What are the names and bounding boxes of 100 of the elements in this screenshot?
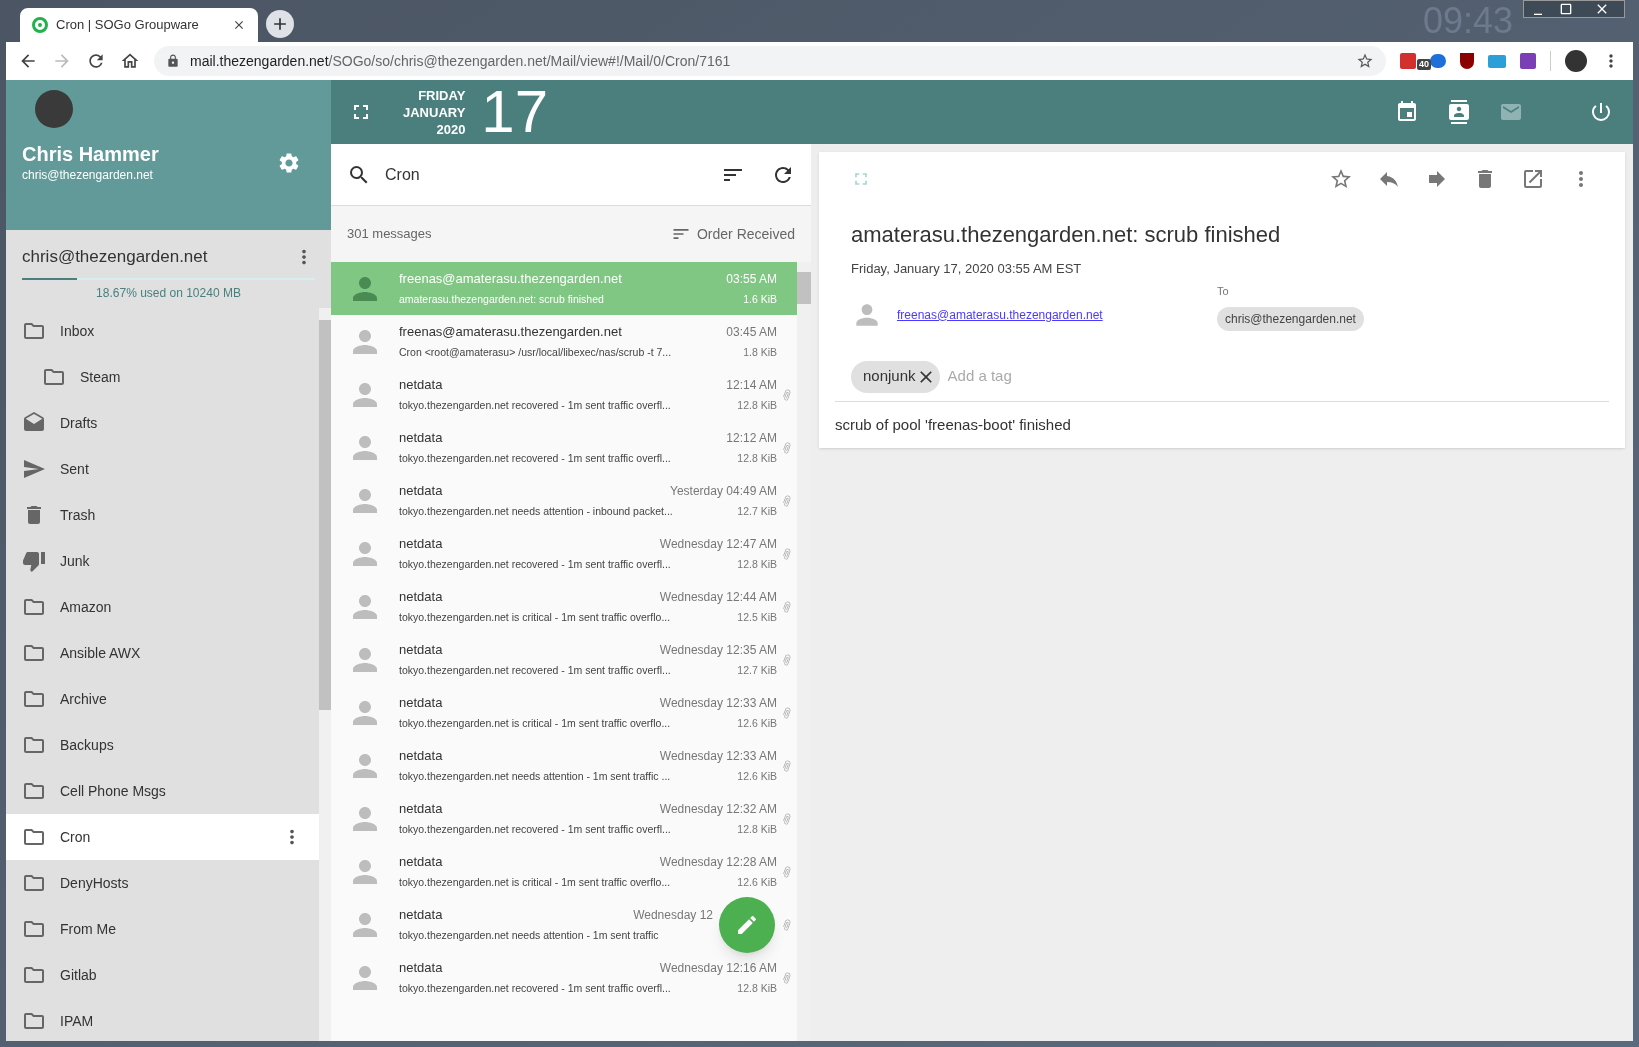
- message-subject: tokyo.thezengarden.net needs attention - 1m sent traffic: [399, 927, 660, 943]
- folder-item[interactable]: Backups: [6, 722, 319, 768]
- calendar-icon[interactable]: [1395, 100, 1419, 124]
- tag-label: nonjunk: [863, 366, 916, 387]
- folder-item[interactable]: Cron: [6, 814, 319, 860]
- close-icon[interactable]: [232, 18, 246, 32]
- message-row[interactable]: netdata Wednesday 12:33 AM tokyo.thezengarden.net is critical - 1m sent traffic overflo... 12.6 KiB: [331, 686, 797, 739]
- folder-item[interactable]: DenyHosts: [6, 860, 319, 906]
- message-size: 12.8 KiB: [737, 556, 777, 572]
- extension-badge: 40: [1417, 59, 1431, 70]
- folder-item[interactable]: IPAM: [6, 998, 319, 1044]
- message-row[interactable]: netdata Wednesday 12:44 AM tokyo.thezengarden.net is critical - 1m sent traffic overflo... 12.5 KiB: [331, 580, 797, 633]
- message-row[interactable]: netdata Yesterday 04:49 AM tokyo.thezengarden.net needs attention - inbound packet... 12.7 KiB: [331, 474, 797, 527]
- home-icon[interactable]: [120, 51, 140, 71]
- message-row[interactable]: netdata Wednesday 12 tokyo.thezengarden.net needs attention - 1m sent traffic: [331, 898, 797, 951]
- power-icon[interactable]: [1589, 100, 1613, 124]
- message-size: 12.7 KiB: [737, 503, 777, 519]
- scrollbar[interactable]: [797, 262, 811, 1041]
- message-time: Wednesday 12:28 AM: [659, 854, 777, 872]
- folder-item[interactable]: Steam: [6, 354, 319, 400]
- search-input[interactable]: Cron: [385, 162, 721, 187]
- message-size: 12.6 KiB: [737, 768, 777, 784]
- profile-avatar[interactable]: [1565, 50, 1587, 72]
- message-row[interactable]: netdata 12:12 AM tokyo.thezengarden.net recovered - 1m sent traffic overfl... 12.8 KiB: [331, 421, 797, 474]
- folder-item[interactable]: Junk: [6, 538, 319, 584]
- contacts-icon[interactable]: [1447, 100, 1471, 124]
- folder-item[interactable]: Gitlab: [6, 952, 319, 998]
- message-size: 1.8 KiB: [743, 344, 777, 360]
- folder-item[interactable]: Archive: [6, 676, 319, 722]
- message-size: 12.7 KiB: [737, 662, 777, 678]
- message-row[interactable]: netdata Wednesday 12:32 AM tokyo.thezengarden.net recovered - 1m sent traffic overfl... 12.8 KiB: [331, 792, 797, 845]
- sort-order[interactable]: Order Received: [696, 223, 795, 245]
- quota-label: 18.67% used on 10240 MB: [95, 285, 242, 302]
- folder-name: From Me: [60, 919, 117, 939]
- message-size: 12.8 KiB: [737, 397, 777, 413]
- shield-icon[interactable]: [1460, 53, 1474, 69]
- message-sender: netdata: [399, 641, 444, 660]
- folder-item[interactable]: Inbox: [6, 308, 319, 354]
- message-subject: amaterasu.thezengarden.net: scrub finished: [399, 291, 605, 307]
- message-time: 03:45 AM: [726, 324, 777, 342]
- recipient-chip[interactable]: chris@thezengarden.net: [1217, 307, 1364, 331]
- compose-button[interactable]: [719, 897, 775, 953]
- folder-name: Sent: [60, 459, 90, 479]
- sender-link[interactable]: freenas@amaterasu.thezengarden.net: [897, 305, 1103, 324]
- folder-name: Inbox: [60, 321, 96, 341]
- settings-icon[interactable]: [277, 151, 301, 175]
- folder-item[interactable]: Drafts: [6, 400, 319, 446]
- message-row[interactable]: netdata Wednesday 12:35 AM tokyo.thezengarden.net recovered - 1m sent traffic overfl... 12.7 KiB: [331, 633, 797, 686]
- new-tab-button[interactable]: [266, 10, 294, 38]
- message-subject: tokyo.thezengarden.net recovered - 1m sent traffic overfl...: [399, 662, 672, 678]
- folder-item[interactable]: Trash: [6, 492, 319, 538]
- message-size: 12.8 KiB: [737, 450, 777, 466]
- send-icon: [22, 457, 46, 481]
- message-sender: netdata: [399, 747, 444, 766]
- search-field[interactable]: Cron: [331, 144, 811, 206]
- folder-name: Archive: [60, 689, 108, 709]
- folder-name: Amazon: [60, 597, 113, 617]
- address-bar[interactable]: mail.thezengarden.net/SOGo/so/chris@thezengarden.net/Mail/view#!/Mail/0/Cron/7161: [154, 46, 1386, 76]
- user-email: chris@thezengarden.net: [22, 167, 154, 184]
- message-sender: netdata: [399, 694, 444, 713]
- folder-item[interactable]: Sent: [6, 446, 319, 492]
- message-time: Wednesday 12:44 AM: [659, 589, 777, 607]
- folder-name: Cell Phone Msgs: [60, 781, 167, 801]
- bookmark-star-icon[interactable]: [1356, 52, 1374, 70]
- folder-name: DenyHosts: [60, 873, 130, 893]
- tag-input[interactable]: Add a tag: [947, 365, 1147, 388]
- folder-item[interactable]: Amazon: [6, 584, 319, 630]
- message-time: 03:55 AM: [726, 271, 777, 289]
- message-row[interactable]: netdata 12:14 AM tokyo.thezengarden.net recovered - 1m sent traffic overfl... 12.8 KiB: [331, 368, 797, 421]
- message-row[interactable]: netdata Wednesday 12:33 AM tokyo.thezengarden.net needs attention - 1m sent traffic ... 12.6 KiB: [331, 739, 797, 792]
- message-subject: tokyo.thezengarden.net needs attention - inbound packet...: [399, 503, 674, 519]
- folder-name: Steam: [80, 367, 122, 387]
- browser-tab[interactable]: Cron | SOGo Groupware: [20, 8, 258, 42]
- chat-bubble-icon[interactable]: [1430, 54, 1446, 68]
- message-time: Wednesday 12:33 AM: [659, 748, 777, 766]
- message-subject: tokyo.thezengarden.net is critical - 1m sent traffic overflo...: [399, 715, 672, 731]
- folder-name: Cron: [60, 827, 92, 847]
- scrollbar[interactable]: [319, 308, 331, 1041]
- folder-item[interactable]: From Me: [6, 906, 319, 952]
- message-time: Wednesday 12: [633, 907, 713, 925]
- message-row[interactable]: netdata Wednesday 12:47 AM tokyo.thezengarden.net recovered - 1m sent traffic overfl... 12.8 KiB: [331, 527, 797, 580]
- message-row[interactable]: freenas@amaterasu.thezengarden.net 03:45 AM Cron <root@amaterasu> /usr/local/libexec/nas/scrub -t 7... 1.8 KiB: [331, 315, 797, 368]
- message-count: 301 messages: [347, 225, 433, 244]
- message-sender: netdata: [399, 376, 444, 395]
- star-icon[interactable]: [1329, 167, 1353, 191]
- message-row[interactable]: netdata Wednesday 12:28 AM tokyo.thezengarden.net is critical - 1m sent traffic overflo... 12.6 KiB: [331, 845, 797, 898]
- message-body: scrub of pool 'freenas-boot' finished: [835, 414, 1072, 435]
- message-sender: netdata: [399, 588, 444, 607]
- message-sender: netdata: [399, 906, 444, 925]
- url-text: mail.thezengarden.net/SOGo/so/chris@thezengarden.net/Mail/view#!/Mail/0/Cron/7161: [190, 51, 732, 71]
- folder-name: Trash: [60, 505, 97, 525]
- folder-item[interactable]: Ansible AWX: [6, 630, 319, 676]
- message-subject: tokyo.thezengarden.net is critical - 1m sent traffic overflo...: [399, 609, 672, 625]
- site-icon: [32, 17, 48, 33]
- open-in-new-icon[interactable]: [1521, 167, 1545, 191]
- message-row[interactable]: netdata Wednesday 12:16 AM tokyo.thezengarden.net recovered - 1m sent traffic overfl... 12.8 KiB: [331, 951, 797, 1004]
- reload-icon[interactable]: [86, 51, 106, 71]
- message-subject: tokyo.thezengarden.net needs attention - 1m sent traffic ...: [399, 768, 672, 784]
- folder-item[interactable]: Cell Phone Msgs: [6, 768, 319, 814]
- message-subject: tokyo.thezengarden.net recovered - 1m sent traffic overfl...: [399, 821, 672, 837]
